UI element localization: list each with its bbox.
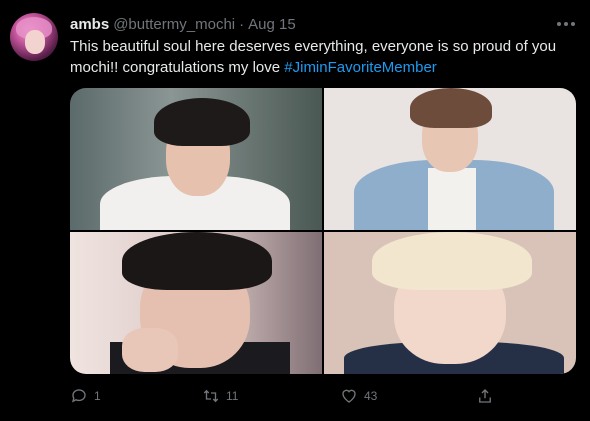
dot [564, 22, 568, 26]
photo-4[interactable] [324, 232, 576, 374]
user-handle[interactable]: @buttermy_mochi [113, 16, 235, 33]
photo-3[interactable] [70, 232, 322, 374]
tweet-text: This beautiful soul here deserves everyt… [70, 36, 570, 78]
reply-button[interactable]: 1 [70, 387, 101, 405]
like-button[interactable]: 43 [340, 387, 377, 405]
photo-2[interactable] [324, 88, 576, 230]
photo-3-hair [122, 232, 272, 290]
tweet[interactable]: ambs @buttermy_mochi · Aug 15 This beaut… [0, 0, 590, 421]
share-icon [479, 389, 491, 403]
share-button[interactable] [476, 387, 494, 405]
photo-4-hair [372, 232, 532, 290]
more-options-icon[interactable] [552, 14, 580, 34]
tweet-actions: 1 11 43 [70, 384, 540, 408]
avatar[interactable] [10, 13, 58, 61]
tweet-date[interactable]: Aug 15 [248, 16, 296, 33]
photo-1-hair [154, 98, 250, 146]
retweet-icon [203, 389, 219, 403]
separator-dot: · [239, 15, 245, 33]
photo-2-shirt [428, 168, 476, 230]
like-count: 43 [364, 389, 378, 403]
display-name[interactable]: ambs [70, 16, 109, 33]
reply-icon [71, 389, 86, 403]
heart-icon [342, 389, 356, 403]
dot [571, 22, 575, 26]
retweet-count: 11 [226, 389, 239, 403]
dot [557, 22, 561, 26]
avatar-face [25, 30, 45, 54]
reply-count: 1 [94, 389, 101, 403]
photo-3-hand [122, 328, 178, 372]
media-grid [70, 88, 576, 374]
retweet-button[interactable]: 11 [202, 387, 238, 405]
tweet-header: ambs @buttermy_mochi · Aug 15 [70, 14, 296, 34]
hashtag-link[interactable]: #JiminFavoriteMember [284, 59, 437, 76]
photo-2-hair [410, 88, 492, 128]
photo-1[interactable] [70, 88, 322, 230]
